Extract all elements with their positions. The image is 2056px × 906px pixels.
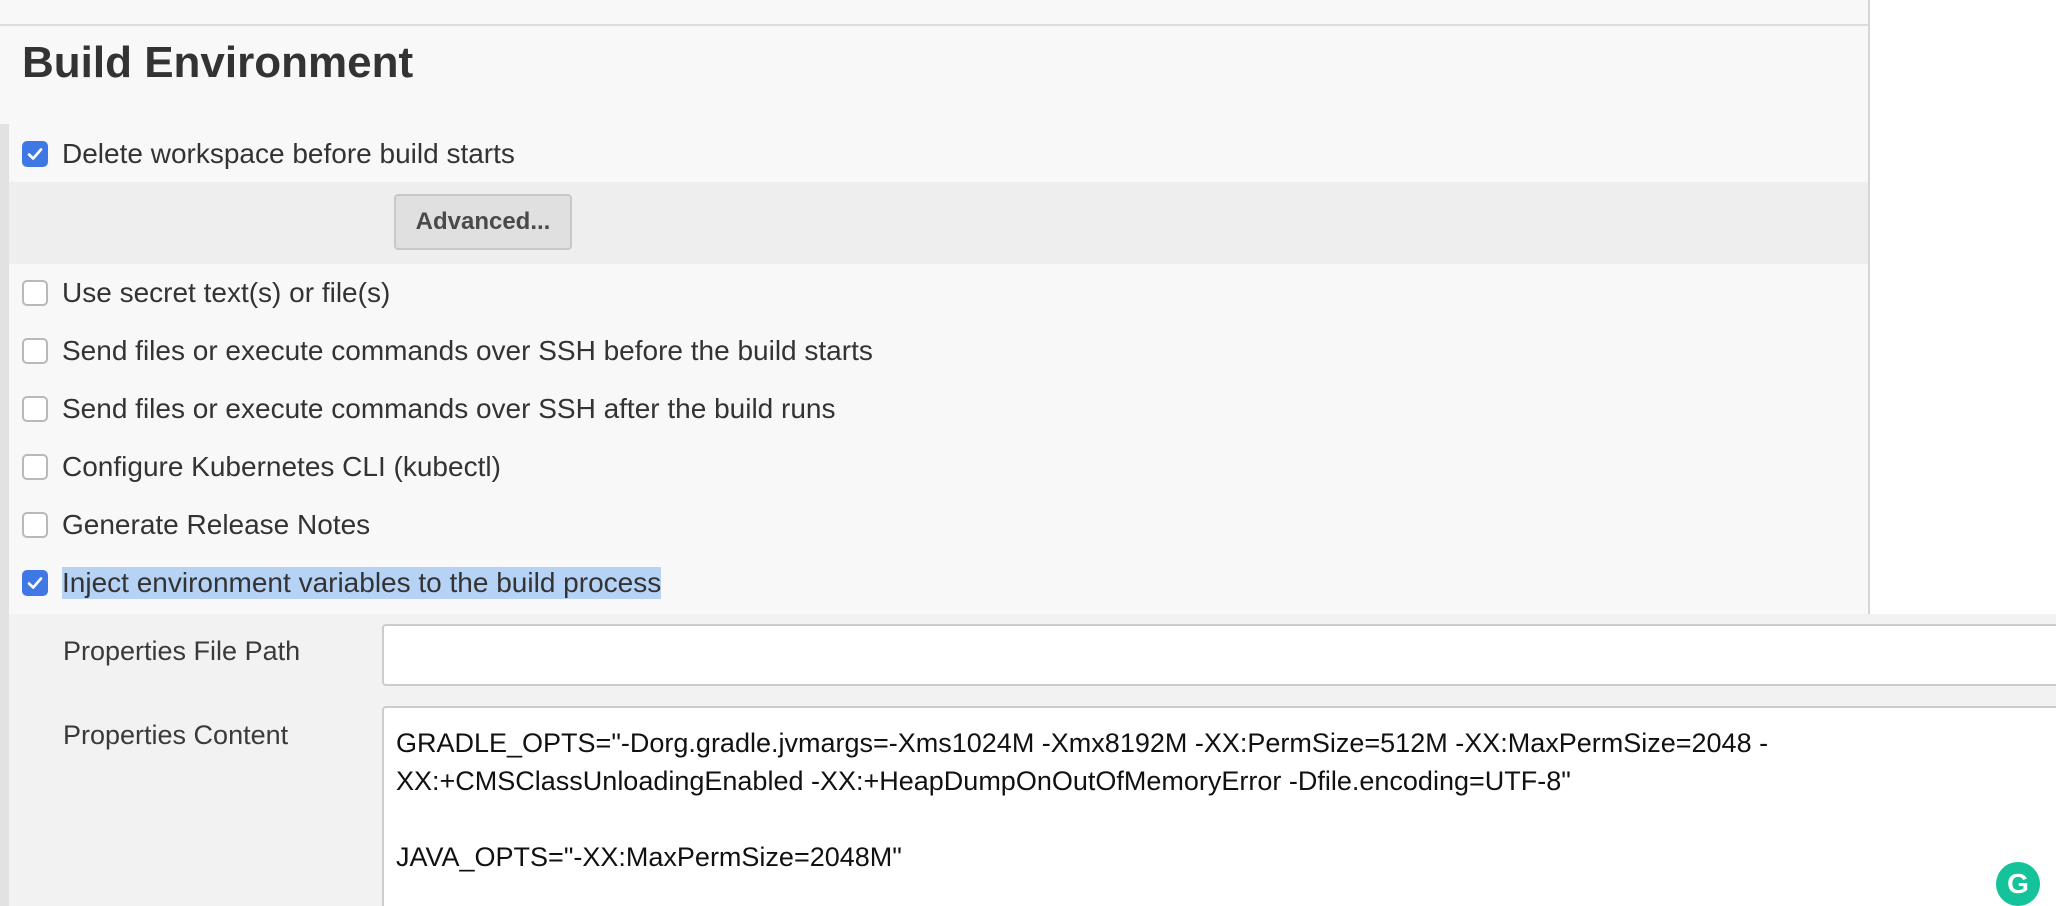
top-divider [0,24,1868,26]
checkmark-icon [27,577,43,589]
properties-file-path-label: Properties File Path [63,636,301,666]
grammarly-icon[interactable]: G [1996,862,2040,906]
checkbox-ssh-before[interactable] [22,338,48,364]
option-label: Send files or execute commands over SSH … [62,335,873,366]
checkmark-icon [27,148,43,160]
option-label: Delete workspace before build starts [62,138,515,169]
option-release-notes[interactable]: Generate Release Notes [22,505,370,545]
option-label: Configure Kubernetes CLI (kubectl) [62,451,501,482]
checkbox-kubectl[interactable] [22,454,48,480]
option-ssh-after[interactable]: Send files or execute commands over SSH … [22,389,836,429]
section-left-bar [0,124,9,906]
build-environment-page: Build Environment Delete workspace befor… [0,0,2056,906]
option-delete-workspace[interactable]: Delete workspace before build starts [22,134,515,174]
checkbox-inject-env[interactable] [22,570,48,596]
advanced-strip [9,182,1868,264]
properties-content-textarea[interactable]: GRADLE_OPTS="-Dorg.gradle.jvmargs=-Xms10… [382,706,2056,906]
option-use-secret[interactable]: Use secret text(s) or file(s) [22,273,390,313]
properties-content-label: Properties Content [63,720,289,750]
section-title: Build Environment [22,38,414,87]
option-label: Use secret text(s) or file(s) [62,277,391,308]
option-label: Inject environment variables to the buil… [62,567,662,599]
option-inject-env[interactable]: Inject environment variables to the buil… [22,563,662,603]
option-kubectl[interactable]: Configure Kubernetes CLI (kubectl) [22,447,501,487]
checkbox-use-secret[interactable] [22,280,48,306]
checkbox-delete-workspace[interactable] [22,141,48,167]
properties-file-path-input[interactable] [382,624,2056,686]
advanced-button[interactable]: Advanced... [394,194,572,250]
checkbox-ssh-after[interactable] [22,396,48,422]
checkbox-release-notes[interactable] [22,512,48,538]
top-divider-right [1870,24,2056,26]
option-label: Generate Release Notes [62,509,371,540]
option-ssh-before[interactable]: Send files or execute commands over SSH … [22,331,873,371]
option-label: Send files or execute commands over SSH … [62,393,836,424]
